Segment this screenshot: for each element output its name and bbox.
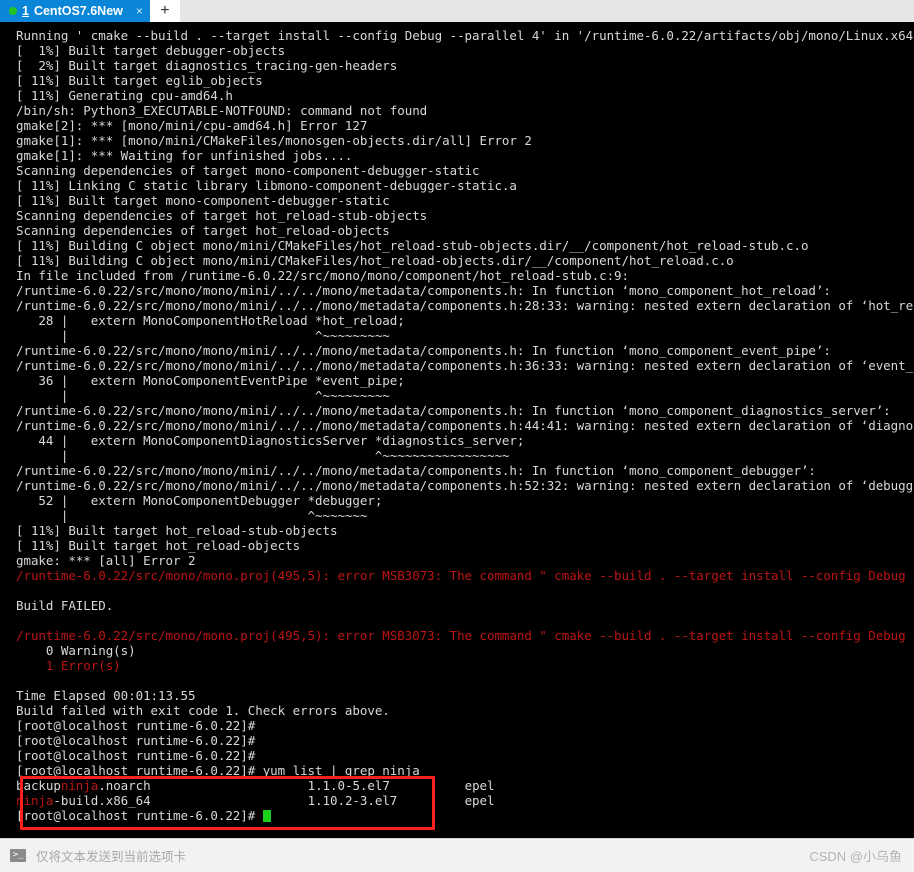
terminal-line: [ 11%] Built target mono-component-debug… [0, 193, 914, 208]
package-name-suffix: -build.x86_64 [53, 793, 150, 808]
column-gap [397, 793, 464, 808]
terminal-icon: >_ [10, 849, 26, 862]
terminal-line: [ 11%] Building C object mono/mini/CMake… [0, 238, 914, 253]
grep-match: ninja [61, 778, 98, 793]
package-name-prefix: backup [16, 778, 61, 793]
status-bar: >_ 仅将文本发送到当前选项卡 CSDN @小乌鱼 [0, 838, 914, 872]
terminal-line: /runtime-6.0.22/src/mono/mono/mini/../..… [0, 463, 914, 478]
terminal-line: /bin/sh: Python3_EXECUTABLE-NOTFOUND: co… [0, 103, 914, 118]
terminal-prompt-line: [root@localhost runtime-6.0.22]# [0, 808, 914, 823]
terminal-line: Running ' cmake --build . --target insta… [0, 28, 914, 43]
column-gap [151, 793, 308, 808]
tab-status-dot-icon [9, 7, 17, 15]
terminal-line: | ^~~~~~~~~~ [0, 388, 914, 403]
terminal-line: [root@localhost runtime-6.0.22]# [0, 733, 914, 748]
terminal-line: 52 | extern MonoComponentDebugger *debug… [0, 493, 914, 508]
terminal-line: [ 11%] Linking C static library libmono-… [0, 178, 914, 193]
new-tab-button[interactable]: + [150, 0, 180, 22]
terminal-line: 28 | extern MonoComponentHotReload *hot_… [0, 313, 914, 328]
terminal-line: [root@localhost runtime-6.0.22]# yum lis… [0, 763, 914, 778]
tab-index-label: 1 [22, 4, 29, 18]
terminal-line: Build failed with exit code 1. Check err… [0, 703, 914, 718]
terminal-line: /runtime-6.0.22/src/mono/mono/mini/../..… [0, 418, 914, 433]
terminal-line: [ 1%] Built target debugger-objects [0, 43, 914, 58]
package-repo: epel [465, 793, 495, 808]
terminal-line: | ^~~~~~~~ [0, 508, 914, 523]
grep-result-row: ninja-build.x86_64 1.10.2-3.el7 epel [0, 793, 914, 808]
terminal-output[interactable]: Running ' cmake --build . --target insta… [0, 22, 914, 838]
terminal-line: 0 Warning(s) [0, 643, 914, 658]
terminal-line [0, 583, 914, 598]
terminal-line: Scanning dependencies of target hot_relo… [0, 208, 914, 223]
package-repo: epel [465, 778, 495, 793]
close-icon[interactable]: × [136, 5, 143, 17]
terminal-line: /runtime-6.0.22/src/mono/mono.proj(495,5… [0, 568, 914, 583]
grep-match: ninja [16, 793, 53, 808]
package-name: backupninja.noarch [16, 778, 151, 793]
terminal-line: In file included from /runtime-6.0.22/sr… [0, 268, 914, 283]
package-name: ninja-build.x86_64 [16, 793, 151, 808]
column-gap [390, 778, 465, 793]
terminal-line: [ 2%] Built target diagnostics_tracing-g… [0, 58, 914, 73]
terminal-line: Time Elapsed 00:01:13.55 [0, 688, 914, 703]
terminal-line: [ 11%] Built target eglib_objects [0, 73, 914, 88]
terminal-line: /runtime-6.0.22/src/mono/mono.proj(495,5… [0, 628, 914, 643]
grep-results: backupninja.noarch 1.1.0-5.el7 epelninja… [0, 778, 914, 808]
terminal-line: [root@localhost runtime-6.0.22]# [0, 748, 914, 763]
terminal-line: Build FAILED. [0, 598, 914, 613]
terminal-line: gmake[1]: *** Waiting for unfinished job… [0, 148, 914, 163]
terminal-cursor [263, 810, 271, 822]
tab-title-label: CentOS7.6New [34, 4, 123, 18]
terminal-line: Scanning dependencies of target hot_relo… [0, 223, 914, 238]
tab-centos7-6-new[interactable]: 1 CentOS7.6New × [0, 0, 150, 22]
terminal-line: [ 11%] Built target hot_reload-stub-obje… [0, 523, 914, 538]
terminal-line: [ 11%] Building C object mono/mini/CMake… [0, 253, 914, 268]
terminal-line: 44 | extern MonoComponentDiagnosticsServ… [0, 433, 914, 448]
terminal-line: 1 Error(s) [0, 658, 914, 673]
terminal-line [0, 613, 914, 628]
terminal-line: gmake[2]: *** [mono/mini/cpu-amd64.h] Er… [0, 118, 914, 133]
grep-result-row: backupninja.noarch 1.1.0-5.el7 epel [0, 778, 914, 793]
terminal-line [0, 673, 914, 688]
terminal-line: gmake: *** [all] Error 2 [0, 553, 914, 568]
column-gap [151, 778, 308, 793]
terminal-line: 36 | extern MonoComponentEventPipe *even… [0, 373, 914, 388]
tab-bar-empty-area [180, 0, 914, 22]
terminal-line: /runtime-6.0.22/src/mono/mono/mini/../..… [0, 283, 914, 298]
terminal-line: [root@localhost runtime-6.0.22]# [0, 718, 914, 733]
package-name-suffix: .noarch [98, 778, 150, 793]
terminal-line: [ 11%] Generating cpu-amd64.h [0, 88, 914, 103]
terminal-line: | ^~~~~~~~~~~~~~~~~~ [0, 448, 914, 463]
tab-bar: 1 CentOS7.6New × + [0, 0, 914, 22]
package-version: 1.10.2-3.el7 [308, 793, 398, 808]
terminal-line: /runtime-6.0.22/src/mono/mono/mini/../..… [0, 343, 914, 358]
status-bar-hint[interactable]: 仅将文本发送到当前选项卡 [36, 846, 186, 865]
watermark-label: CSDN @小乌鱼 [809, 846, 902, 865]
terminal-line: Scanning dependencies of target mono-com… [0, 163, 914, 178]
terminal-line: /runtime-6.0.22/src/mono/mono/mini/../..… [0, 403, 914, 418]
terminal-line: gmake[1]: *** [mono/mini/CMakeFiles/mono… [0, 133, 914, 148]
package-version: 1.1.0-5.el7 [308, 778, 390, 793]
terminal-scrollback: Running ' cmake --build . --target insta… [0, 28, 914, 778]
terminal-line: | ^~~~~~~~~~ [0, 328, 914, 343]
terminal-line: /runtime-6.0.22/src/mono/mono/mini/../..… [0, 478, 914, 493]
terminal-window: 1 CentOS7.6New × + Running ' cmake --bui… [0, 0, 914, 872]
terminal-line: [ 11%] Built target hot_reload-objects [0, 538, 914, 553]
terminal-line: /runtime-6.0.22/src/mono/mono/mini/../..… [0, 358, 914, 373]
prompt-text: [root@localhost runtime-6.0.22]# [16, 808, 263, 823]
terminal-line: /runtime-6.0.22/src/mono/mono/mini/../..… [0, 298, 914, 313]
